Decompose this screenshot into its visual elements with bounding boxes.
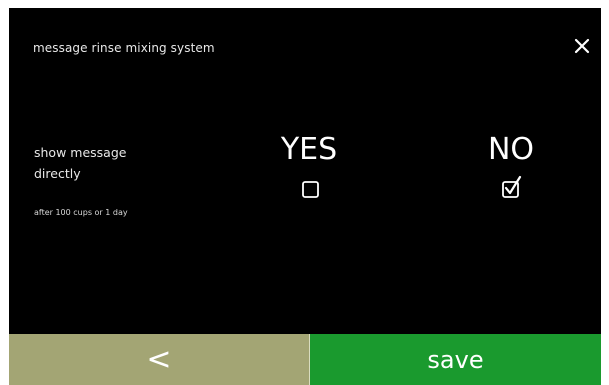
yes-heading: YES bbox=[280, 132, 338, 167]
unchecked-box-icon bbox=[302, 181, 319, 198]
settings-screen: message rinse mixing system show message… bbox=[9, 8, 601, 385]
option-label: show message directly bbox=[34, 145, 127, 181]
bottom-action-bar: < save bbox=[9, 334, 601, 385]
yes-checkbox[interactable] bbox=[301, 180, 321, 200]
save-button[interactable]: save bbox=[310, 334, 601, 385]
back-button[interactable]: < bbox=[9, 334, 310, 385]
close-icon bbox=[574, 38, 590, 54]
option-sublabel: after 100 cups or 1 day bbox=[34, 208, 128, 217]
checked-box-icon bbox=[502, 175, 522, 198]
no-heading: NO bbox=[487, 132, 535, 167]
close-button[interactable] bbox=[571, 35, 593, 57]
no-checkbox[interactable] bbox=[500, 174, 526, 200]
page-title: message rinse mixing system bbox=[33, 41, 215, 55]
